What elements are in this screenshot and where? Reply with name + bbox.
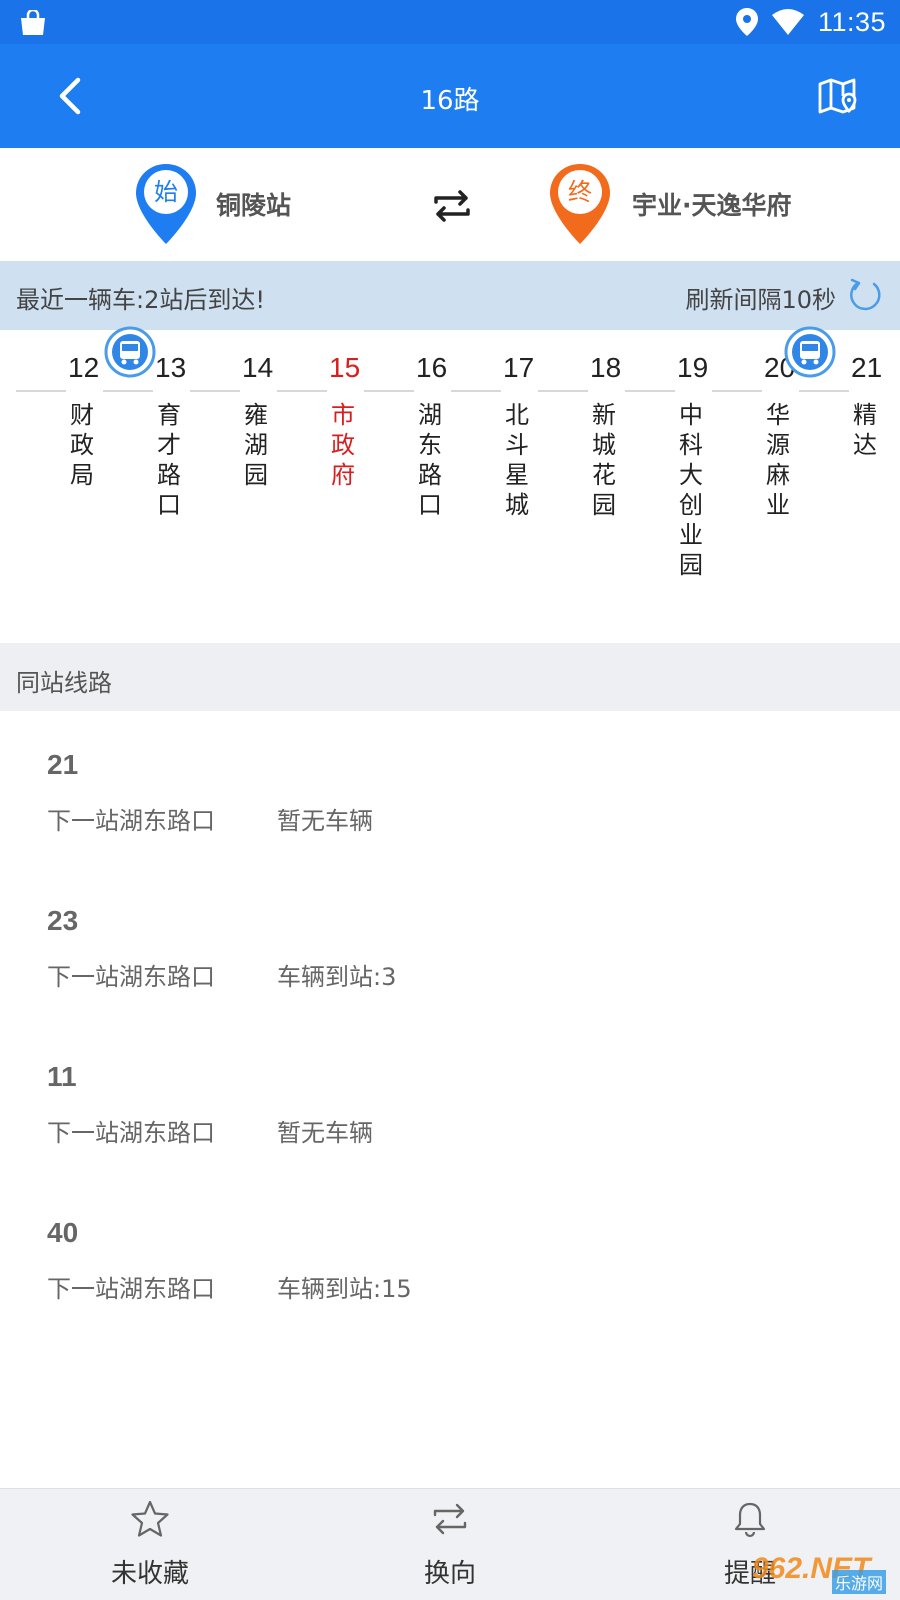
route-line <box>451 390 501 392</box>
arrival-message: 最近一辆车:2站后到达! <box>16 286 265 314</box>
route-line <box>277 390 327 392</box>
arrival-info-bar: 最近一辆车:2站后到达! 刷新间隔10秒 <box>0 261 900 330</box>
swap-icon <box>433 1503 467 1535</box>
route-line <box>190 390 240 392</box>
bus-icon[interactable] <box>104 326 156 378</box>
start-station-name: 铜陵站 <box>216 191 292 220</box>
route-line <box>712 390 762 392</box>
vehicle-status: 车辆到站:15 <box>277 1275 412 1303</box>
route-number: 40 <box>47 1217 79 1248</box>
route-line <box>799 390 849 392</box>
tab-label: 换向 <box>423 1559 476 1589</box>
next-stop: 下一站湖东路口 <box>47 1119 215 1147</box>
shopping-bag-icon <box>21 10 45 35</box>
tab-favorite[interactable]: 未收藏 <box>0 1489 300 1600</box>
next-stop: 下一站湖东路口 <box>47 807 215 835</box>
same-stop-routes-header: 同站线路 <box>0 643 900 711</box>
route-line <box>364 390 414 392</box>
wifi-icon <box>771 9 804 35</box>
route-item[interactable]: 23 下一站湖东路口 车辆到站:3 <box>0 867 900 1023</box>
clock: 11:35 <box>817 6 886 37</box>
vehicle-status: 车辆到站:3 <box>277 963 397 991</box>
bell-icon <box>734 1502 766 1538</box>
end-pin-icon: 终 <box>548 162 612 246</box>
start-pin-icon: 始 <box>134 162 198 246</box>
swap-direction-icon[interactable] <box>430 184 474 228</box>
route-item[interactable]: 40 下一站湖东路口 车辆到站:15 <box>0 1179 900 1335</box>
route-line <box>103 390 153 392</box>
next-stop: 下一站湖东路口 <box>47 963 215 991</box>
route-number: 23 <box>47 905 79 936</box>
station-name: 精达 <box>853 401 877 459</box>
station-item-current[interactable]: 15 市政府 <box>261 330 360 643</box>
station-item[interactable]: 19 中科大创业园 <box>609 330 708 643</box>
route-item[interactable]: 11 下一站湖东路口 暂无车辆 <box>0 1023 900 1179</box>
status-bar: 11:35 <box>0 0 900 44</box>
route-item[interactable]: 21 下一站湖东路口 暂无车辆 <box>0 711 900 867</box>
next-stop: 下一站湖东路口 <box>47 1275 215 1303</box>
bottom-tab-bar: 未收藏 换向 提醒 962.NET 乐游网 <box>0 1488 900 1600</box>
route-line <box>625 390 675 392</box>
section-title: 同站线路 <box>16 669 112 697</box>
location-icon <box>735 8 758 36</box>
end-station-name: 宇业·天逸华府 <box>632 191 792 220</box>
tab-switch-direction[interactable]: 换向 <box>300 1489 600 1600</box>
star-icon <box>131 1500 169 1537</box>
start-badge: 始 <box>154 178 178 206</box>
route-number: 21 <box>47 749 79 780</box>
vehicle-status: 暂无车辆 <box>277 807 373 835</box>
watermark-logo: 962.NET 乐游网 <box>752 1552 892 1594</box>
watermark-sub: 乐游网 <box>832 1570 887 1594</box>
station-number: 21 <box>851 352 883 383</box>
station-item[interactable]: 20 华源麻业 <box>696 330 795 643</box>
bus-icon[interactable] <box>784 326 836 378</box>
station-strip: 12 财政局 13 育才路口 14 雍湖园 15 市政府 16 湖东路口 17 … <box>0 326 900 643</box>
map-icon[interactable] <box>816 74 860 118</box>
page-title: 16路 <box>420 86 480 116</box>
station-item[interactable]: 12 财政局 <box>0 330 99 643</box>
station-item[interactable]: 18 新城花园 <box>522 330 621 643</box>
route-number: 11 <box>47 1061 77 1092</box>
vehicle-status: 暂无车辆 <box>277 1119 373 1147</box>
route-endpoints: 始 铜陵站 终 宇业·天逸华府 <box>0 148 900 261</box>
station-item[interactable]: 14 雍湖园 <box>174 330 273 643</box>
end-badge: 终 <box>568 178 592 206</box>
station-item[interactable]: 16 湖东路口 <box>348 330 447 643</box>
refresh-icon[interactable] <box>846 276 884 314</box>
route-line <box>16 390 66 392</box>
refresh-interval: 刷新间隔10秒 <box>685 286 836 314</box>
app-header: 16路 <box>0 44 900 148</box>
station-item[interactable]: 17 北斗星城 <box>435 330 534 643</box>
tab-label: 未收藏 <box>110 1559 189 1589</box>
route-line <box>538 390 588 392</box>
